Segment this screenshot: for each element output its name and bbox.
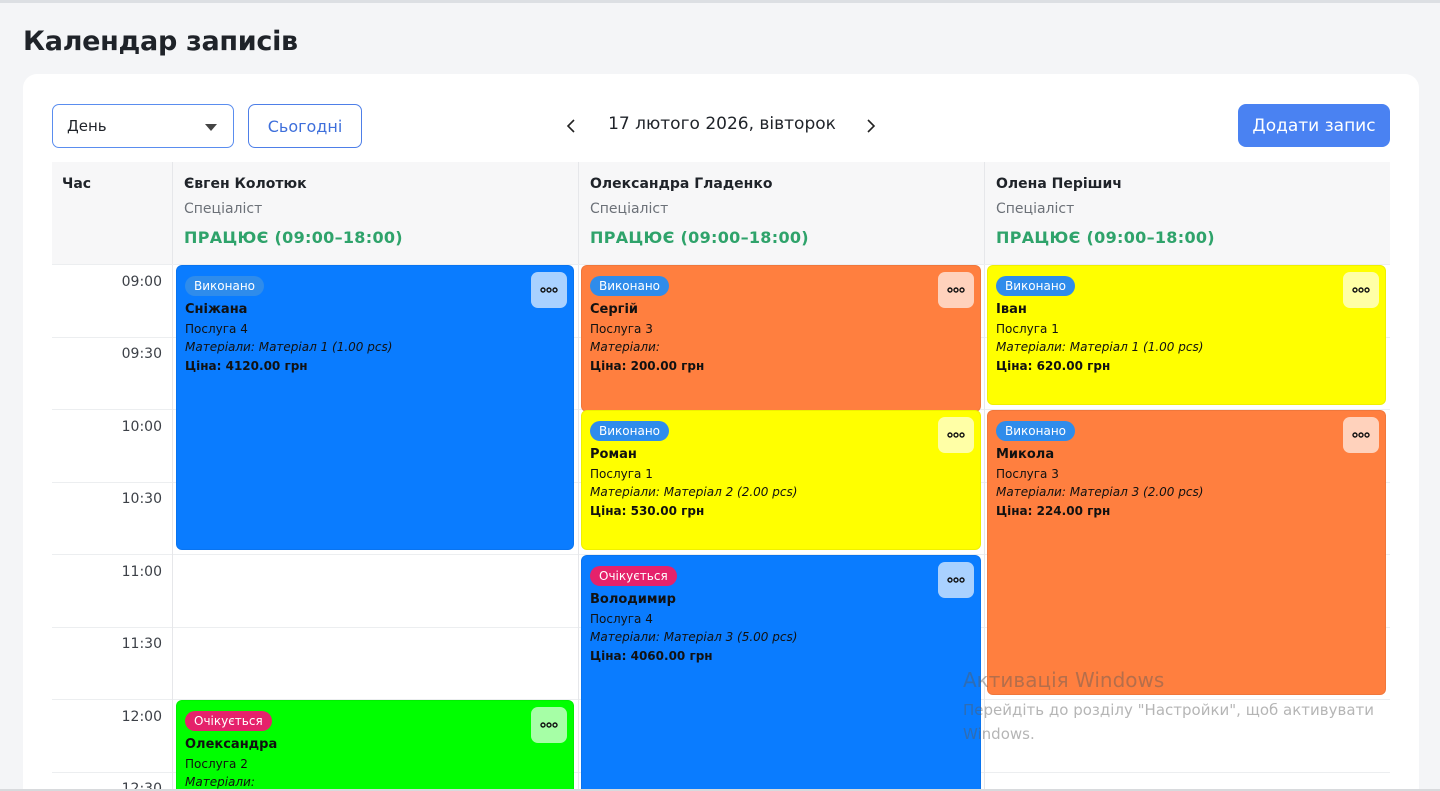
- more-options-button[interactable]: [938, 417, 974, 453]
- status-badge: Очікується: [185, 711, 272, 731]
- appointment-card[interactable]: Виконано Роман Послуга 1 Матеріали: Мате…: [581, 410, 981, 550]
- more-dots-icon: [947, 287, 965, 293]
- watermark-title: Активація Windows: [963, 668, 1165, 692]
- watermark-text: Перейдіть до розділу "Настройки", щоб ак…: [963, 701, 1374, 743]
- staff-header: Євген Колотюк Спеціаліст ПРАЦЮЄ (09:00–1…: [173, 162, 579, 265]
- more-options-button[interactable]: [531, 707, 567, 743]
- status-badge: Виконано: [996, 276, 1076, 296]
- caret-down-icon: [205, 124, 217, 131]
- more-dots-icon: [947, 432, 965, 438]
- staff-name: Олена Перішич: [996, 176, 1122, 192]
- client-name: Олександра: [185, 737, 278, 752]
- status-badge: Виконано: [996, 421, 1076, 441]
- window-top-edge: [0, 0, 1440, 3]
- next-day-button[interactable]: [858, 113, 882, 139]
- materials-text: Матеріали: Матеріал 1 (1.00 pcs): [996, 340, 1204, 354]
- staff-name: Євген Колотюк: [184, 176, 307, 192]
- time-slot-label: 09:00: [121, 274, 162, 290]
- service-name: Послуга 2: [185, 757, 248, 771]
- service-name: Послуга 4: [590, 612, 653, 626]
- today-button[interactable]: Сьогодні: [248, 104, 362, 148]
- materials-text: Матеріали:: [590, 340, 660, 354]
- status-badge: Виконано: [590, 421, 670, 441]
- view-select-value: День: [67, 117, 107, 135]
- staff-status: ПРАЦЮЄ (09:00–18:00): [590, 228, 809, 247]
- time-slot-label: 10:30: [121, 491, 162, 507]
- current-date: 17 лютого 2026, вівторок: [608, 114, 836, 134]
- client-name: Микола: [996, 447, 1055, 462]
- price-text: Ціна: 620.00 грн: [996, 359, 1111, 373]
- price-text: Ціна: 4060.00 грн: [590, 649, 713, 663]
- time-column-header: Час: [52, 162, 173, 265]
- service-name: Послуга 3: [590, 322, 653, 336]
- prev-day-button[interactable]: [560, 113, 584, 139]
- appointment-card[interactable]: Очікується Олександра Послуга 2 Матеріал…: [176, 700, 574, 791]
- service-name: Послуга 1: [996, 322, 1059, 336]
- more-dots-icon: [1352, 287, 1370, 293]
- client-name: Іван: [996, 302, 1027, 317]
- appointment-card[interactable]: Виконано Сніжана Послуга 4 Матеріали: Ма…: [176, 265, 574, 550]
- view-select[interactable]: День: [52, 104, 234, 148]
- more-dots-icon: [540, 287, 558, 293]
- staff-header: Олена Перішич Спеціаліст ПРАЦЮЄ (09:00–1…: [985, 162, 1390, 265]
- chevron-left-icon: [566, 119, 575, 133]
- materials-text: Матеріали: Матеріал 2 (2.00 pcs): [590, 485, 798, 499]
- more-dots-icon: [540, 722, 558, 728]
- time-slot-label: 10:00: [121, 419, 162, 435]
- chevron-right-icon: [867, 119, 876, 133]
- appointment-card[interactable]: Виконано Сергій Послуга 3 Матеріали: Цін…: [581, 265, 981, 412]
- grid-column-line: [578, 265, 579, 791]
- materials-text: Матеріали: Матеріал 3 (5.00 pcs): [590, 630, 798, 644]
- client-name: Сніжана: [185, 302, 248, 317]
- more-dots-icon: [947, 577, 965, 583]
- staff-name: Олександра Гладенко: [590, 176, 773, 192]
- price-text: Ціна: 200.00 грн: [590, 359, 705, 373]
- staff-header: Олександра Гладенко Спеціаліст ПРАЦЮЄ (0…: [579, 162, 985, 265]
- staff-role: Спеціаліст: [590, 201, 669, 217]
- page-title: Календар записів: [23, 26, 298, 57]
- more-options-button[interactable]: [531, 272, 567, 308]
- more-dots-icon: [1352, 432, 1370, 438]
- more-options-button[interactable]: [938, 562, 974, 598]
- staff-status: ПРАЦЮЄ (09:00–18:00): [184, 228, 403, 247]
- staff-role: Спеціаліст: [996, 201, 1075, 217]
- service-name: Послуга 3: [996, 467, 1059, 481]
- price-text: Ціна: 530.00 грн: [590, 504, 705, 518]
- more-options-button[interactable]: [938, 272, 974, 308]
- appointment-card[interactable]: Очікується Володимир Послуга 4 Матеріали…: [581, 555, 981, 791]
- time-header-label: Час: [62, 176, 92, 192]
- service-name: Послуга 1: [590, 467, 653, 481]
- materials-text: Матеріали: Матеріал 1 (1.00 pcs): [185, 340, 393, 354]
- time-slot-label: 11:30: [121, 636, 162, 652]
- time-slot-label: 09:30: [121, 346, 162, 362]
- price-text: Ціна: 224.00 грн: [996, 504, 1111, 518]
- time-slot-label: 11:00: [121, 564, 162, 580]
- price-text: Ціна: 4120.00 грн: [185, 359, 308, 373]
- grid-column-line: [172, 265, 173, 791]
- more-options-button[interactable]: [1343, 272, 1379, 308]
- client-name: Володимир: [590, 592, 676, 607]
- status-badge: Виконано: [185, 276, 265, 296]
- windows-activation-watermark: Активація Windows Перейдіть до розділу "…: [963, 668, 1403, 746]
- time-slot-label: 12:00: [121, 709, 162, 725]
- staff-role: Спеціаліст: [184, 201, 263, 217]
- status-badge: Виконано: [590, 276, 670, 296]
- service-name: Послуга 4: [185, 322, 248, 336]
- status-badge: Очікується: [590, 566, 677, 586]
- client-name: Сергій: [590, 302, 639, 317]
- add-appointment-button[interactable]: Додати запис: [1238, 104, 1390, 147]
- client-name: Роман: [590, 447, 637, 462]
- materials-text: Матеріали: Матеріал 3 (2.00 pcs): [996, 485, 1204, 499]
- appointment-card[interactable]: Виконано Микола Послуга 3 Матеріали: Мат…: [987, 410, 1386, 695]
- more-options-button[interactable]: [1343, 417, 1379, 453]
- grid-header: Час Євген Колотюк Спеціаліст ПРАЦЮЄ (09:…: [52, 162, 1390, 265]
- materials-text: Матеріали:: [185, 775, 255, 789]
- appointment-card[interactable]: Виконано Іван Послуга 1 Матеріали: Матер…: [987, 265, 1386, 405]
- staff-status: ПРАЦЮЄ (09:00–18:00): [996, 228, 1215, 247]
